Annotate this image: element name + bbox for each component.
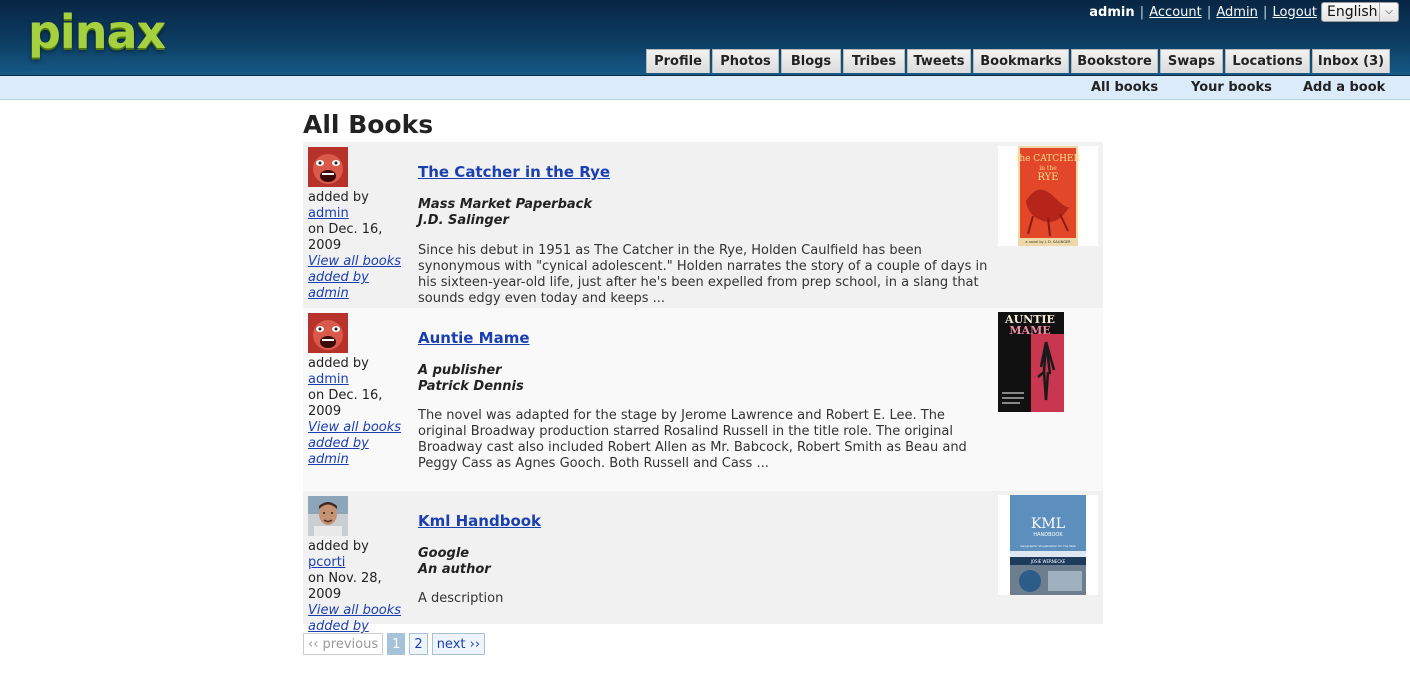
catcher-cover-image: the CATCHER in the RYE a novel by J. D. … (1016, 146, 1081, 246)
tab-bookstore[interactable]: Bookstore (1071, 49, 1158, 73)
book-description: A description (418, 591, 504, 606)
pagination-page-current: 1 (387, 633, 406, 655)
subnav-all-books[interactable]: All books (1091, 80, 1158, 95)
language-value: English (1327, 4, 1378, 20)
username: admin (1089, 5, 1135, 20)
svg-text:a novel by J. D. SALINGER: a novel by J. D. SALINGER (1025, 240, 1071, 244)
svg-text:MAME: MAME (1009, 324, 1050, 337)
logout-link[interactable]: Logout (1272, 5, 1317, 20)
book-cover[interactable]: AUNTIE MAME (998, 312, 1098, 412)
tab-inbox[interactable]: Inbox (3) (1312, 49, 1390, 73)
tab-blogs[interactable]: Blogs (781, 49, 841, 73)
page-title: All Books (303, 110, 434, 139)
pagination: ‹‹ previous 1 2 next ›› (303, 633, 489, 655)
chevron-down-icon: ⌵ (1379, 3, 1398, 21)
added-date: on Dec. 16, 2009 (308, 388, 383, 419)
view-all-books-link[interactable]: View all books (308, 420, 408, 436)
user-avatar[interactable] (308, 147, 348, 187)
book-publisher: Mass Market Paperback (418, 197, 593, 212)
svg-text:HANDBOOK: HANDBOOK (1033, 532, 1063, 538)
book-title-link[interactable]: The Catcher in the Rye (418, 163, 610, 181)
tab-tribes[interactable]: Tribes (843, 49, 905, 73)
book-list: added by admin on Dec. 16, 2009 View all… (303, 142, 1103, 650)
tab-locations[interactable]: Locations (1225, 49, 1310, 73)
pagination-previous: ‹‹ previous (303, 633, 384, 655)
language-select[interactable]: English ⌵ (1321, 2, 1399, 22)
svg-text:RYE: RYE (1037, 172, 1058, 183)
user-links: admin | Account | Admin | Logout (1089, 5, 1317, 20)
added-date: on Nov. 28, 2009 (308, 571, 382, 602)
book-item: added by pcorti on Nov. 28, 2009 View al… (303, 491, 1103, 650)
tab-bookmarks[interactable]: Bookmarks (973, 49, 1069, 73)
admin-link[interactable]: Admin (1216, 5, 1257, 20)
auntie-mame-cover-image: AUNTIE MAME (998, 312, 1064, 412)
main-tabs: Profile Photos Blogs Tribes Tweets Bookm… (646, 49, 1392, 74)
book-meta: added by admin on Dec. 16, 2009 View all… (308, 356, 408, 468)
book-cover[interactable]: KML HANDBOOK Geographic Visualization fo… (998, 495, 1098, 595)
tab-swaps[interactable]: Swaps (1160, 49, 1223, 73)
book-author: Patrick Dennis (418, 379, 524, 394)
svg-text:in the: in the (1039, 165, 1057, 172)
book-publisher: A publisher (418, 363, 502, 378)
pagination-next[interactable]: next ›› (431, 633, 486, 655)
tab-photos[interactable]: Photos (712, 49, 779, 73)
user-avatar[interactable] (308, 313, 348, 353)
book-publisher: Google (418, 546, 470, 561)
pinax-logo[interactable]: pinax (28, 4, 166, 60)
account-link[interactable]: Account (1149, 5, 1202, 20)
pagination-page-link[interactable]: 2 (409, 633, 428, 655)
svg-text:Geographic Visualization for t: Geographic Visualization for the Web (1020, 544, 1076, 548)
site-header: pinax admin | Account | Admin | Logout E… (0, 0, 1410, 76)
subnav-your-books[interactable]: Your books (1191, 80, 1272, 95)
book-meta: added by admin on Dec. 16, 2009 View all… (308, 190, 408, 302)
tab-tweets[interactable]: Tweets (907, 49, 971, 73)
user-link[interactable]: admin (308, 206, 349, 221)
book-author: An author (418, 562, 491, 577)
tab-profile[interactable]: Profile (646, 49, 710, 73)
subnav-add-book[interactable]: Add a book (1303, 80, 1385, 95)
book-cover[interactable]: the CATCHER in the RYE a novel by J. D. … (998, 146, 1098, 246)
book-description: Since his debut in 1951 as The Catcher i… (418, 243, 988, 306)
book-author: J.D. Salinger (418, 213, 509, 228)
svg-text:JOSIE WERNECKE: JOSIE WERNECKE (1030, 559, 1066, 564)
book-item: added by admin on Dec. 16, 2009 View all… (303, 308, 1103, 491)
svg-text:KML: KML (1031, 516, 1065, 532)
kml-cover-image: KML HANDBOOK Geographic Visualization fo… (1010, 495, 1086, 595)
user-link[interactable]: admin (308, 372, 349, 387)
book-title-link[interactable]: Auntie Mame (418, 329, 530, 347)
user-link[interactable]: pcorti (308, 555, 345, 570)
bookstore-subnav: All books Your books Add a book (0, 76, 1410, 100)
book-description: The novel was adapted for the stage by J… (418, 408, 967, 471)
svg-text:the CATCHER: the CATCHER (1016, 154, 1081, 164)
added-date: on Dec. 16, 2009 (308, 222, 383, 253)
view-all-books-link-cont[interactable]: added by admin (308, 436, 408, 468)
view-all-books-link[interactable]: View all books (308, 254, 408, 270)
user-avatar[interactable] (308, 496, 348, 536)
book-item: added by admin on Dec. 16, 2009 View all… (303, 142, 1103, 308)
view-all-books-link[interactable]: View all books (308, 603, 408, 619)
view-all-books-link-cont[interactable]: added by admin (308, 270, 408, 302)
book-title-link[interactable]: Kml Handbook (418, 512, 541, 530)
